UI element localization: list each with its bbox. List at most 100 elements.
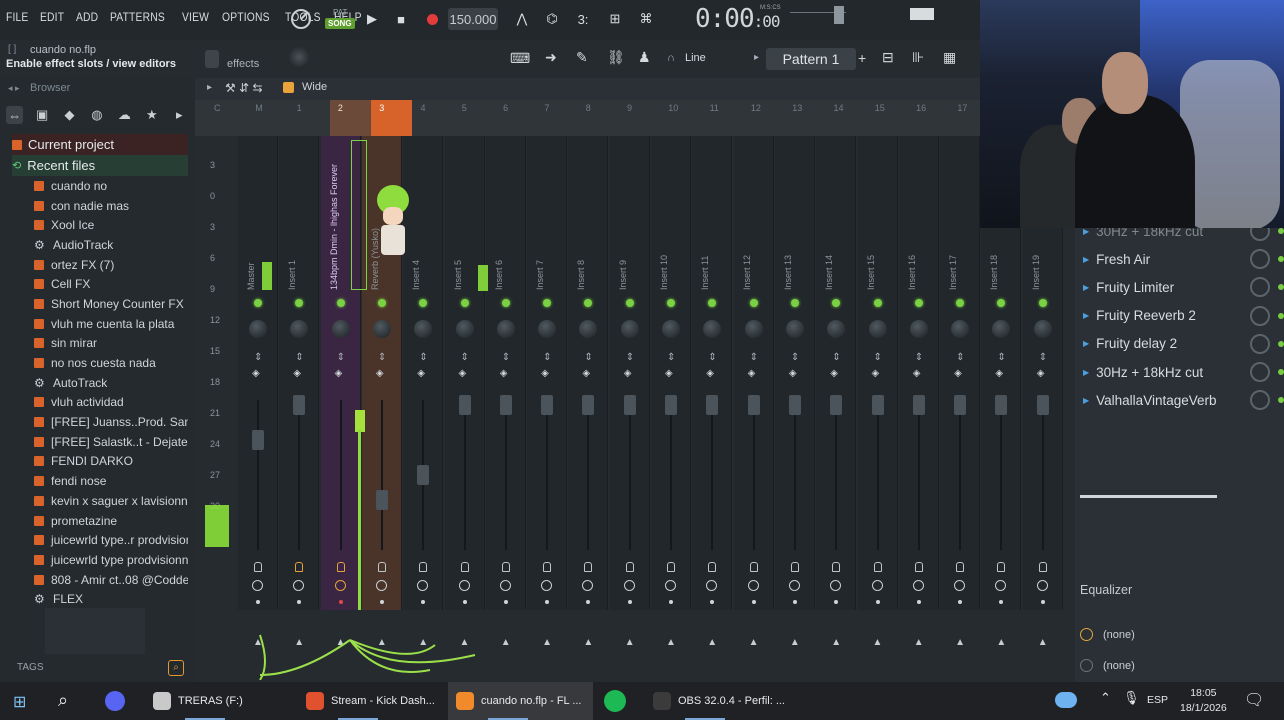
fader-handle[interactable]: [375, 490, 388, 510]
send-arrow-icon[interactable]: ▲: [501, 637, 511, 648]
fader-track[interactable]: [835, 400, 838, 550]
fader-track[interactable]: [298, 400, 301, 550]
strip-phase-icon[interactable]: [1038, 562, 1047, 572]
strip-dot-icon[interactable]: [338, 600, 343, 604]
plugin-filter-icon[interactable]: ◆: [61, 106, 78, 124]
strip-enable-led[interactable]: [336, 299, 345, 307]
recent-file-item[interactable]: prometazine: [12, 511, 188, 531]
send-arrow-icon[interactable]: ▲: [542, 637, 552, 648]
taskbar-app[interactable]: TRERAS (F:): [145, 682, 285, 720]
pat-song-toggle[interactable]: PAT SONG: [325, 6, 355, 32]
recent-file-item[interactable]: ⚙ AutoTrack: [12, 373, 188, 393]
menu-patterns[interactable]: PATTERNS: [110, 10, 165, 24]
snap-select[interactable]: Line: [685, 52, 706, 64]
fx-expand-icon[interactable]: ▶: [1083, 339, 1089, 348]
recent-file-item[interactable]: ⚙ FLEX: [12, 589, 188, 609]
strip-enable-led[interactable]: [873, 299, 882, 307]
browser-all-icon[interactable]: ⇔: [6, 106, 24, 124]
strip-enable-led[interactable]: [501, 299, 510, 307]
strip-pan-knob[interactable]: [662, 320, 680, 338]
recent-file-item[interactable]: juicewrld type..r prodvisionn: [12, 530, 188, 550]
send-arrow-icon[interactable]: ▲: [996, 637, 1006, 648]
strip-phase-icon[interactable]: [997, 562, 1006, 572]
globe-icon[interactable]: ◍: [88, 106, 105, 124]
strip-enable-led[interactable]: [1038, 299, 1047, 307]
send-arrow-icon[interactable]: ▲: [955, 637, 965, 648]
strip-pan-knob[interactable]: [1033, 320, 1052, 338]
arrow-right-icon[interactable]: ➜: [545, 49, 557, 66]
recent-file-item[interactable]: juicewrld type prodvisionn: [12, 550, 188, 570]
microphone-icon[interactable]: 🎙: [1123, 690, 1140, 706]
stereo-sep-icon[interactable]: ⇕: [626, 352, 634, 363]
strip-route-icon[interactable]: [912, 580, 924, 591]
stereo-sep-icon[interactable]: ⇕: [543, 352, 551, 363]
fader-handle[interactable]: [1036, 395, 1049, 415]
strip-pan-knob[interactable]: [868, 320, 887, 338]
send-arrow-icon[interactable]: ▲: [790, 637, 800, 648]
strip-dot-icon[interactable]: [916, 600, 921, 604]
strip-route-icon[interactable]: [1036, 580, 1048, 591]
fx-mix-knob[interactable]: [1250, 277, 1270, 298]
strip-enable-led[interactable]: [254, 299, 262, 307]
fader-handle[interactable]: [747, 395, 760, 415]
fx-mix-knob[interactable]: [1250, 333, 1270, 354]
master-volume-handle[interactable]: [834, 6, 844, 24]
strip-enable-led[interactable]: [790, 299, 799, 307]
brush-icon[interactable]: ✎: [576, 49, 588, 66]
swap-lr-icon[interactable]: ◈: [417, 368, 425, 379]
recent-files-folder[interactable]: ⟲ Recent files: [12, 155, 188, 176]
swap-lr-icon[interactable]: ◈: [252, 368, 260, 379]
cloud-icon[interactable]: ☁: [116, 106, 133, 124]
fader-track[interactable]: [587, 400, 590, 550]
strip-route-icon[interactable]: [747, 580, 759, 591]
eq-curve[interactable]: [1080, 495, 1217, 498]
folder-icon[interactable]: ▣: [33, 106, 50, 124]
spotify-icon[interactable]: [604, 690, 626, 712]
stereo-sep-icon[interactable]: ⇕: [254, 352, 262, 363]
stamp-icon[interactable]: ♟: [638, 49, 651, 66]
fx-expand-icon[interactable]: ▶: [1083, 368, 1089, 377]
strip-pan-knob[interactable]: [538, 320, 557, 338]
strip-phase-icon[interactable]: [419, 562, 428, 572]
fx-slot[interactable]: ▶ 30Hz + 18kHz cut: [1080, 358, 1284, 386]
swap-lr-icon[interactable]: ◈: [335, 368, 343, 379]
stereo-sep-icon[interactable]: ⇕: [584, 352, 592, 363]
pattern-selector[interactable]: Pattern 1: [766, 48, 856, 70]
fx-mix-knob[interactable]: [1250, 305, 1270, 326]
menu-file[interactable]: FILE: [6, 10, 28, 24]
fader-handle[interactable]: [912, 395, 925, 415]
fx-enable-led[interactable]: [1278, 369, 1284, 375]
fx-slot[interactable]: ▶ Fruity Reeverb 2: [1080, 302, 1284, 330]
strip-phase-icon[interactable]: [543, 562, 552, 572]
recent-file-item[interactable]: kevin x saguer x lavisionnn: [12, 491, 188, 511]
swap-lr-icon[interactable]: ◈: [1037, 368, 1045, 379]
fader-handle[interactable]: [541, 395, 554, 415]
strip-phase-icon[interactable]: [625, 562, 634, 572]
swap-lr-icon[interactable]: ◈: [830, 368, 838, 379]
strip-phase-icon[interactable]: [667, 562, 675, 572]
strip-phase-icon[interactable]: [873, 562, 882, 572]
tempo-display[interactable]: 150.000: [448, 8, 498, 30]
recent-file-item[interactable]: Short Money Counter FX: [12, 294, 188, 314]
send-arrow-icon[interactable]: ▲: [625, 637, 635, 648]
loop-record-icon[interactable]: ⌘: [634, 8, 658, 30]
strip-dot-icon[interactable]: [875, 600, 880, 604]
fader-handle[interactable]: [665, 395, 677, 415]
playlist-icon[interactable]: ⊟: [882, 49, 894, 66]
stereo-sep-icon[interactable]: ⇕: [750, 352, 758, 363]
fader-track[interactable]: [752, 400, 755, 550]
fader-track[interactable]: [628, 400, 631, 550]
swap-lr-icon[interactable]: ◈: [913, 368, 921, 379]
step-edit-icon[interactable]: ⊞: [603, 8, 627, 30]
strip-phase-icon[interactable]: [749, 562, 758, 572]
fader-track[interactable]: [504, 400, 507, 550]
stop-button[interactable]: ■: [389, 8, 413, 30]
fader-track[interactable]: [339, 400, 342, 550]
strip-phase-icon[interactable]: [295, 562, 304, 572]
fader-handle[interactable]: [499, 395, 512, 415]
swap-lr-icon[interactable]: ◈: [541, 368, 549, 379]
strip-dot-icon[interactable]: [503, 600, 508, 604]
mixer-menu-icon[interactable]: ▸: [207, 82, 212, 93]
send-arrow-icon[interactable]: ▲: [707, 637, 717, 648]
strip-route-icon[interactable]: [375, 580, 387, 591]
